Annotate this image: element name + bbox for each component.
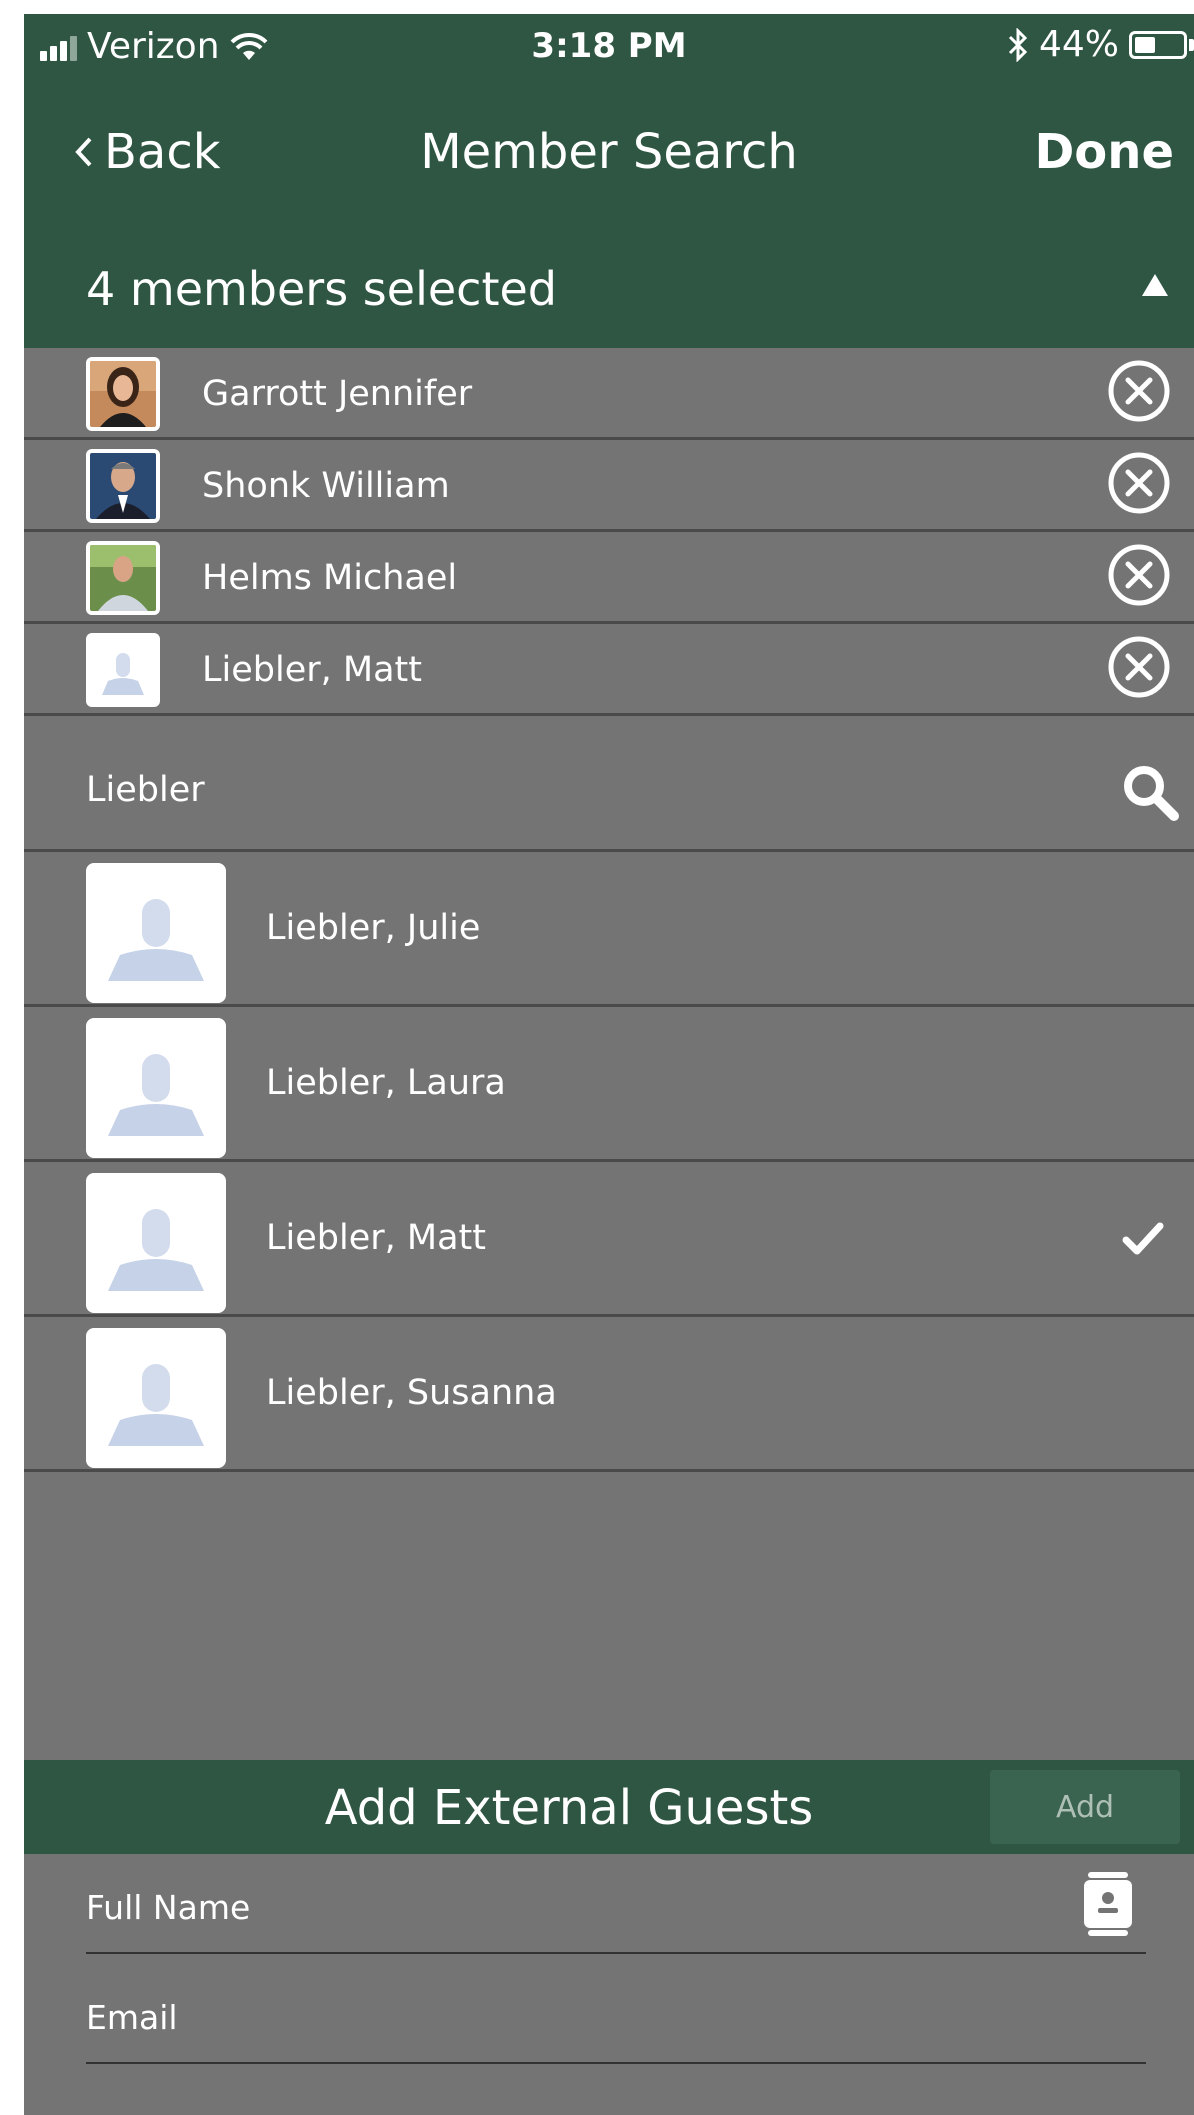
member-photo (90, 361, 156, 427)
remove-circle-icon[interactable] (1106, 450, 1172, 516)
person-placeholder-icon (92, 1024, 220, 1152)
member-name: Garrott Jennifer (202, 374, 473, 414)
avatar (86, 357, 160, 431)
email-input[interactable] (86, 1992, 1046, 2042)
status-right: 44% (1007, 24, 1194, 65)
person-placeholder-icon (92, 1334, 220, 1462)
page-title: Member Search (420, 124, 798, 180)
result-name: Liebler, Matt (266, 1218, 486, 1258)
avatar (86, 1173, 226, 1313)
selected-member-row: Liebler, Matt (24, 624, 1194, 716)
search-bar (24, 726, 1194, 852)
avatar (86, 1018, 226, 1158)
avatar (86, 1328, 226, 1468)
battery-percent: 44% (1038, 24, 1119, 65)
member-name: Helms Michael (202, 558, 458, 598)
remove-circle-icon[interactable] (1106, 634, 1172, 700)
email-field-row (86, 1964, 1146, 2064)
search-icon[interactable] (1120, 762, 1182, 824)
member-photo (90, 545, 156, 611)
done-button[interactable]: Done (1034, 124, 1174, 180)
result-name: Liebler, Laura (266, 1063, 506, 1103)
result-name: Liebler, Susanna (266, 1373, 557, 1413)
member-name: Liebler, Matt (202, 650, 422, 690)
battery-icon (1129, 30, 1187, 59)
remove-circle-icon[interactable] (1106, 542, 1172, 608)
search-result-row[interactable]: Liebler, Laura (24, 1007, 1194, 1162)
person-placeholder-icon (90, 637, 156, 703)
avatar (86, 449, 160, 523)
person-placeholder-icon (92, 869, 220, 997)
person-placeholder-icon (92, 1179, 220, 1307)
add-guest-button[interactable]: Add (990, 1770, 1180, 1844)
search-result-row[interactable]: Liebler, Susanna (24, 1317, 1194, 1472)
member-name: Shonk William (202, 466, 450, 506)
selected-header[interactable]: 4 members selected (24, 226, 1194, 348)
selected-member-row: Garrott Jennifer (24, 348, 1194, 440)
avatar (86, 541, 160, 615)
bluetooth-icon (1008, 27, 1028, 62)
external-guests-header: Add External Guests Add (24, 1760, 1194, 1854)
full-name-field-row (86, 1854, 1146, 1954)
status-bar: Verizon 3:18 PM 44% (24, 14, 1194, 76)
battery-tip (1189, 38, 1194, 51)
selected-member-row: Helms Michael (24, 532, 1194, 624)
checkmark-icon (1122, 1222, 1164, 1255)
avatar (86, 863, 226, 1003)
screen: Verizon 3:18 PM 44% Back Member Search D (24, 14, 1194, 2115)
selected-count: 4 members selected (86, 262, 557, 316)
full-name-input[interactable] (86, 1882, 1046, 1932)
avatar (86, 633, 160, 707)
selected-member-row: Shonk William (24, 440, 1194, 532)
search-result-row[interactable]: Liebler, Matt (24, 1162, 1194, 1317)
contacts-icon[interactable] (1082, 1870, 1134, 1938)
nav-bar: Back Member Search Done (24, 76, 1194, 227)
search-input[interactable] (86, 762, 1046, 818)
triangle-up-icon[interactable] (1142, 274, 1168, 296)
remove-circle-icon[interactable] (1106, 358, 1172, 424)
result-name: Liebler, Julie (266, 908, 481, 948)
search-result-row[interactable]: Liebler, Julie (24, 852, 1194, 1007)
member-photo (90, 453, 156, 519)
